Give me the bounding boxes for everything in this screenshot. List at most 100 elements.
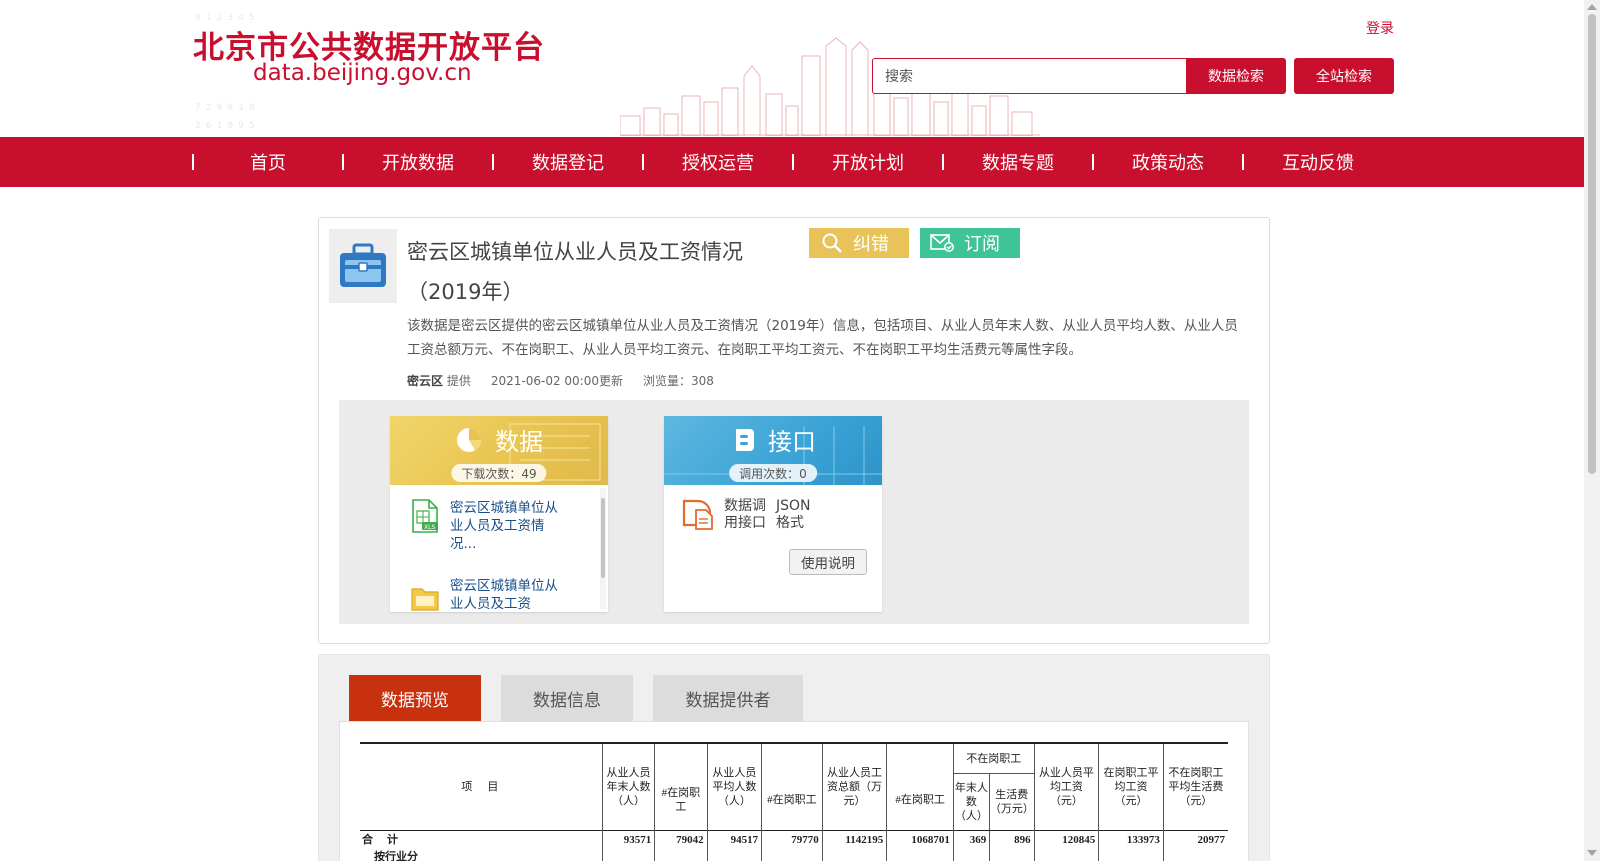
page-scrollbar[interactable] [1584,0,1600,861]
data-file-list: XLS 密云区城镇单位从业人员及工资情况... 密云区城镇单位从业人员及工资 [390,485,608,612]
cell: 79042 [654,830,708,849]
updated-time: 2021-06-02 00:00更新 [490,374,623,388]
correct-error-label: 纠错 [853,234,889,255]
header-offjob-group: 不在岗职工 [953,744,1034,774]
file-list-scrollbar-thumb[interactable] [601,498,605,578]
login-link[interactable]: 登录 [1366,18,1394,38]
provider-suffix: 提供 [446,374,471,388]
nav-item-open-plan[interactable]: 开放计划 [793,137,943,187]
tab-data-info[interactable]: 数据信息 [501,675,633,721]
api-panel: 接口 调用次数：0 数据调用接口 JSON格式 使用说明 [664,416,882,612]
cell: 120845 [1033,830,1099,849]
api-panel-header: 接口 调用次数：0 [664,416,882,485]
xls-file-icon: XLS [412,499,438,533]
svg-text:3 6 1 0 9 5: 3 6 1 0 9 5 [195,121,255,130]
nav-item-home[interactable]: 首页 [193,137,343,187]
row-item: 合计 [360,830,603,849]
cell: 1142195 [821,830,887,849]
mail-icon [930,234,954,252]
data-panel-header: 数据 下载次数：49 [390,416,608,485]
data-panel-title-text: 数据 [495,428,543,456]
file-name[interactable]: 密云区城镇单位从业人员及工资 [450,577,560,612]
nav-item-open-data[interactable]: 开放数据 [343,137,493,187]
page-scrollbar-thumb[interactable] [1588,14,1596,474]
api-panel-title: 接口 [664,422,882,457]
cell: 896 [989,830,1035,849]
header-year-end: 从业人员年末人数（人） [601,742,655,831]
subscribe-button[interactable]: 订阅 [920,228,1020,258]
site-url[interactable]: data.beijing.gov.cn [253,60,472,86]
cell: 369 [952,830,990,849]
header-avg-onjob: #在岗职工 [761,742,823,831]
file-item[interactable]: XLS 密云区城镇单位从业人员及工资情况... [410,499,560,553]
dataset-meta: 密云区 提供 2021-06-02 00:00更新 浏览量：308 [407,372,714,389]
header-year-end-onjob: #在岗职工 [654,742,708,831]
site-search-button[interactable]: 全站检索 [1294,58,1394,94]
data-preview-table: 项 目 从业人员年末人数（人） #在岗职工 从业人员平均人数（人） #在岗职工 … [360,742,1228,861]
header-total-wage-onjob: #在岗职工 [886,742,954,831]
dataset-detail-card: 密云区城镇单位从业人员及工资情况（2019年） 纠错 订阅 该数据是密云区提供的… [318,217,1270,644]
provider-info: 密云区 提供 [407,372,471,389]
magnifier-icon [822,233,842,253]
header-offjob-avg-living: 不在岗职工平均生活费（元） [1162,742,1228,831]
tab-data-provider[interactable]: 数据提供者 [653,675,803,721]
api-plug-icon [736,428,754,451]
file-item[interactable]: 密云区城镇单位从业人员及工资 [410,577,560,612]
search-input[interactable] [872,58,1186,94]
nav-item-policy-news[interactable]: 政策动态 [1093,137,1243,187]
folder-file-icon [411,588,439,611]
cell: 20977 [1162,830,1228,849]
svg-text:XLS: XLS [424,524,435,531]
dataset-tabs-section: 数据预览 数据信息 数据提供者 项 目 从业人员年末人数（人） #在岗职工 从业… [318,654,1270,861]
header-avg: 从业人员平均人数（人） [706,742,762,831]
nav-item-data-registration[interactable]: 数据登记 [493,137,643,187]
data-search-button[interactable]: 数据检索 [1186,58,1286,94]
table-row: 合计 93571 79042 94517 79770 1142195 10687… [360,830,1228,849]
api-format: JSON格式 [776,498,811,531]
cell: 133973 [1098,830,1164,849]
main-nav: 首页 开放数据 数据登记 授权运营 开放计划 数据专题 政策动态 互动反馈 [0,137,1584,187]
dataset-category-icon-box [329,229,397,303]
header-offjob-sub: 年末人数（人） 生活费（万元） [954,774,1034,830]
api-panel-title-text: 接口 [768,428,816,456]
data-panel-title: 数据 [390,422,608,457]
api-name[interactable]: 数据调用接口 [724,498,766,532]
view-count: 浏览量：308 [643,374,714,388]
site-header: 0 1 2 3 4 5 7 2 9 0 1 8 3 6 1 0 9 5 北京市公… [0,0,1584,136]
row-item: 按行业分 [374,850,418,861]
data-download-panel: 数据 下载次数：49 XLS 密云区城镇单位从业人员及工资情况... 密云区城镇… [390,416,608,612]
header-onjob-avg-wage: 在岗职工平均工资（元） [1098,742,1164,831]
cell: 93571 [601,830,655,849]
file-name[interactable]: 密云区城镇单位从业人员及工资情况... [450,499,560,553]
header-item: 项 目 [360,742,603,831]
provider-name[interactable]: 密云区 [407,374,443,388]
table-row: 按行业分 [360,848,1228,861]
subscribe-label: 订阅 [964,234,1000,255]
briefcase-icon [340,243,386,287]
resource-panels-area: 数据 下载次数：49 XLS 密云区城镇单位从业人员及工资情况... 密云区城镇… [339,400,1249,624]
cell: 79770 [761,830,823,849]
scroll-down-arrow-icon[interactable] [1587,850,1597,856]
table-header-row: 项 目 从业人员年末人数（人） #在岗职工 从业人员平均人数（人） #在岗职工 … [360,742,1228,831]
file-list-scrollbar[interactable] [600,488,606,609]
scroll-up-arrow-icon[interactable] [1587,4,1597,10]
header-offjob-count: 年末人数（人） [954,774,990,830]
usage-instructions-button[interactable]: 使用说明 [789,549,867,575]
header-avg-wage: 从业人员平均工资（元） [1033,742,1099,831]
dataset-title: 密云区城镇单位从业人员及工资情况（2019年） [407,240,743,304]
page: 0 1 2 3 4 5 7 2 9 0 1 8 3 6 1 0 9 5 北京市公… [0,0,1600,861]
correct-error-button[interactable]: 纠错 [809,228,909,258]
api-item[interactable]: 数据调用接口 JSON格式 [682,498,818,532]
data-preview-box: 项 目 从业人员年末人数（人） #在岗职工 从业人员平均人数（人） #在岗职工 … [339,721,1249,861]
download-count-badge: 下载次数：49 [451,464,547,482]
tab-data-preview[interactable]: 数据预览 [349,675,481,721]
nav-item-data-topics[interactable]: 数据专题 [943,137,1093,187]
cell: 1068701 [886,830,954,849]
nav-item-feedback[interactable]: 互动反馈 [1243,137,1393,187]
header-offjob-group-cell: 不在岗职工 年末人数（人） 生活费（万元） [952,742,1035,831]
dataset-description: 该数据是密云区提供的密云区城镇单位从业人员及工资情况（2019年）信息，包括项目… [407,318,1238,358]
api-document-icon [682,499,713,530]
nav-item-authorized-operation[interactable]: 授权运营 [643,137,793,187]
call-count-badge: 调用次数：0 [729,464,817,482]
pie-chart-icon [457,427,481,452]
